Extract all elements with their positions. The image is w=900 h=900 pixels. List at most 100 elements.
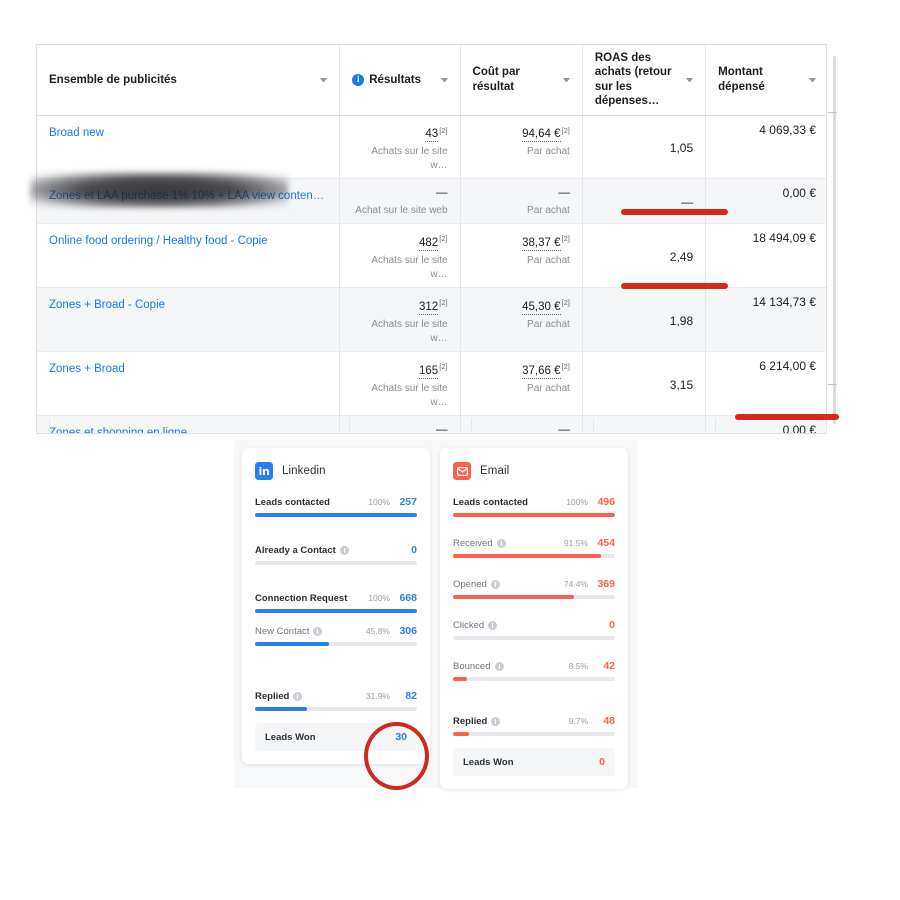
cost-cell: 38,37 €[2] Par achat	[460, 224, 582, 288]
cost-value: 94,64 €	[522, 128, 560, 142]
metric-new-contact: New Contact 45.8% 306	[255, 625, 417, 646]
info-icon[interactable]	[491, 580, 500, 589]
linkedin-icon: in	[255, 462, 273, 480]
roas-value: 1,98	[595, 310, 693, 329]
annotation-underline-total-spent	[735, 414, 839, 420]
metric-label: Replied	[453, 716, 487, 727]
info-icon[interactable]	[495, 662, 504, 671]
metric-opened: Opened 74.4% 369	[453, 578, 615, 599]
adset-name-link[interactable]: Zones + Broad	[37, 351, 340, 415]
metric-label: Clicked	[453, 620, 484, 631]
chevron-down-icon[interactable]	[320, 78, 327, 82]
adset-name-link[interactable]: Zones + Broad - Copie	[37, 288, 340, 352]
progress-bar	[255, 707, 417, 711]
metric-value: 369	[595, 578, 615, 590]
cost-subtext: Par achat	[473, 254, 570, 268]
cost-cell: 94,64 €[2] Par achat	[460, 115, 582, 179]
results-value: 165	[419, 365, 438, 379]
chevron-down-icon[interactable]	[809, 78, 816, 82]
column-divider	[49, 418, 50, 434]
adset-name-link[interactable]: Broad new	[37, 115, 340, 179]
adset-name-link[interactable]: Online food ordering / Healthy food - Co…	[37, 224, 340, 288]
spent-cell: 6 214,00 €	[706, 351, 827, 415]
cost-footnote: [2]	[562, 362, 570, 371]
results-cell: 312[2] Achats sur le site w…	[340, 288, 460, 352]
table-partial-row-below	[36, 418, 827, 434]
info-icon[interactable]	[497, 539, 506, 548]
column-divider	[826, 418, 827, 434]
results-footnote: [2]	[439, 298, 447, 307]
envelope-icon	[453, 462, 471, 480]
column-divider	[471, 418, 472, 434]
annotation-circle-linkedin-leads-won	[364, 722, 429, 790]
info-icon[interactable]	[313, 627, 322, 636]
annotation-underline-roas-2-49	[621, 209, 728, 215]
results-subtext: Achats sur le site w…	[352, 145, 447, 173]
progress-bar	[453, 732, 615, 736]
metric-percent: 8.5%	[569, 661, 588, 671]
results-footnote: [2]	[439, 362, 447, 371]
column-header-amount-spent[interactable]: Montant dépensé	[706, 45, 827, 115]
progress-bar	[453, 595, 615, 599]
metric-label: Leads contacted	[453, 497, 528, 508]
progress-bar	[255, 642, 417, 646]
table-header-row: Ensemble de publicités i Résultats	[37, 45, 827, 115]
ads-table: Ensemble de publicités i Résultats	[37, 45, 827, 434]
metric-already-a-contact: Already a Contact 0	[255, 544, 417, 565]
column-header-roas-label: ROAS des achats (retour sur les dépenses…	[595, 51, 680, 109]
roas-value: —	[595, 193, 693, 210]
metric-value: 0	[397, 544, 417, 556]
roas-cell: 1,05	[582, 115, 705, 179]
spent-value: 6 214,00 €	[718, 357, 816, 374]
spent-value: 18 494,09 €	[718, 229, 816, 246]
results-subtext: Achats sur le site w…	[352, 318, 447, 346]
metric-label: Already a Contact	[255, 545, 336, 556]
spent-cell: 18 494,09 €	[706, 224, 827, 288]
leads-won-label: Leads Won	[265, 732, 316, 743]
info-icon[interactable]	[340, 546, 349, 555]
table-row[interactable]: Zones et LAA purchase 1% 10% + LAA view …	[37, 179, 827, 224]
info-icon[interactable]	[488, 621, 497, 630]
annotation-underline-roas-3-15	[621, 283, 728, 289]
results-subtext: Achats sur le site w…	[352, 254, 447, 282]
chevron-down-icon[interactable]	[441, 78, 448, 82]
table-row[interactable]: Online food ordering / Healthy food - Co…	[37, 224, 827, 288]
column-header-results[interactable]: i Résultats	[340, 45, 460, 115]
progress-bar	[255, 609, 417, 613]
roas-value: 2,49	[595, 246, 693, 265]
results-cell: 43[2] Achats sur le site w…	[340, 115, 460, 179]
metric-clicked: Clicked 0	[453, 619, 615, 640]
column-header-roas[interactable]: ROAS des achats (retour sur les dépenses…	[582, 45, 705, 115]
results-value: 482	[419, 237, 438, 251]
column-header-cost-per-result[interactable]: Coût par résultat	[460, 45, 582, 115]
cost-subtext: Par achat	[473, 318, 570, 332]
results-subtext: Achats sur le site w…	[352, 382, 447, 410]
table-row[interactable]: Zones + Broad 165[2] Achats sur le site …	[37, 351, 827, 415]
info-icon[interactable]: i	[352, 74, 364, 86]
cost-subtext: Par achat	[473, 145, 570, 159]
card-title: Email	[480, 465, 509, 477]
metric-percent: 100%	[368, 593, 390, 603]
results-subtext: Achat sur le site web	[352, 204, 447, 218]
results-value: 312	[419, 301, 438, 315]
chevron-down-icon[interactable]	[686, 78, 693, 82]
column-header-adset[interactable]: Ensemble de publicités	[37, 45, 340, 115]
column-header-cost-per-result-label: Coût par résultat	[473, 65, 557, 94]
table-row[interactable]: Broad new 43[2] Achats sur le site w… 94…	[37, 115, 827, 179]
info-icon[interactable]	[293, 692, 302, 701]
info-icon[interactable]	[491, 717, 500, 726]
cost-cell: — Par achat	[460, 179, 582, 224]
adset-name-link[interactable]: Zones et LAA purchase 1% 10% + LAA view …	[37, 179, 340, 224]
metric-percent: 100%	[566, 497, 588, 507]
metric-percent: 100%	[368, 497, 390, 507]
spent-cell: 0,00 €	[706, 179, 827, 224]
progress-bar	[453, 636, 615, 640]
roas-cell: 2,49	[582, 224, 705, 288]
metric-percent: 31.9%	[366, 691, 390, 701]
progress-bar	[453, 513, 615, 517]
roas-cell: 1,98	[582, 288, 705, 352]
leads-won-row: Leads Won 0	[453, 748, 615, 776]
results-footnote: [2]	[439, 234, 447, 243]
table-row[interactable]: Zones + Broad - Copie 312[2] Achats sur …	[37, 288, 827, 352]
chevron-down-icon[interactable]	[563, 78, 570, 82]
